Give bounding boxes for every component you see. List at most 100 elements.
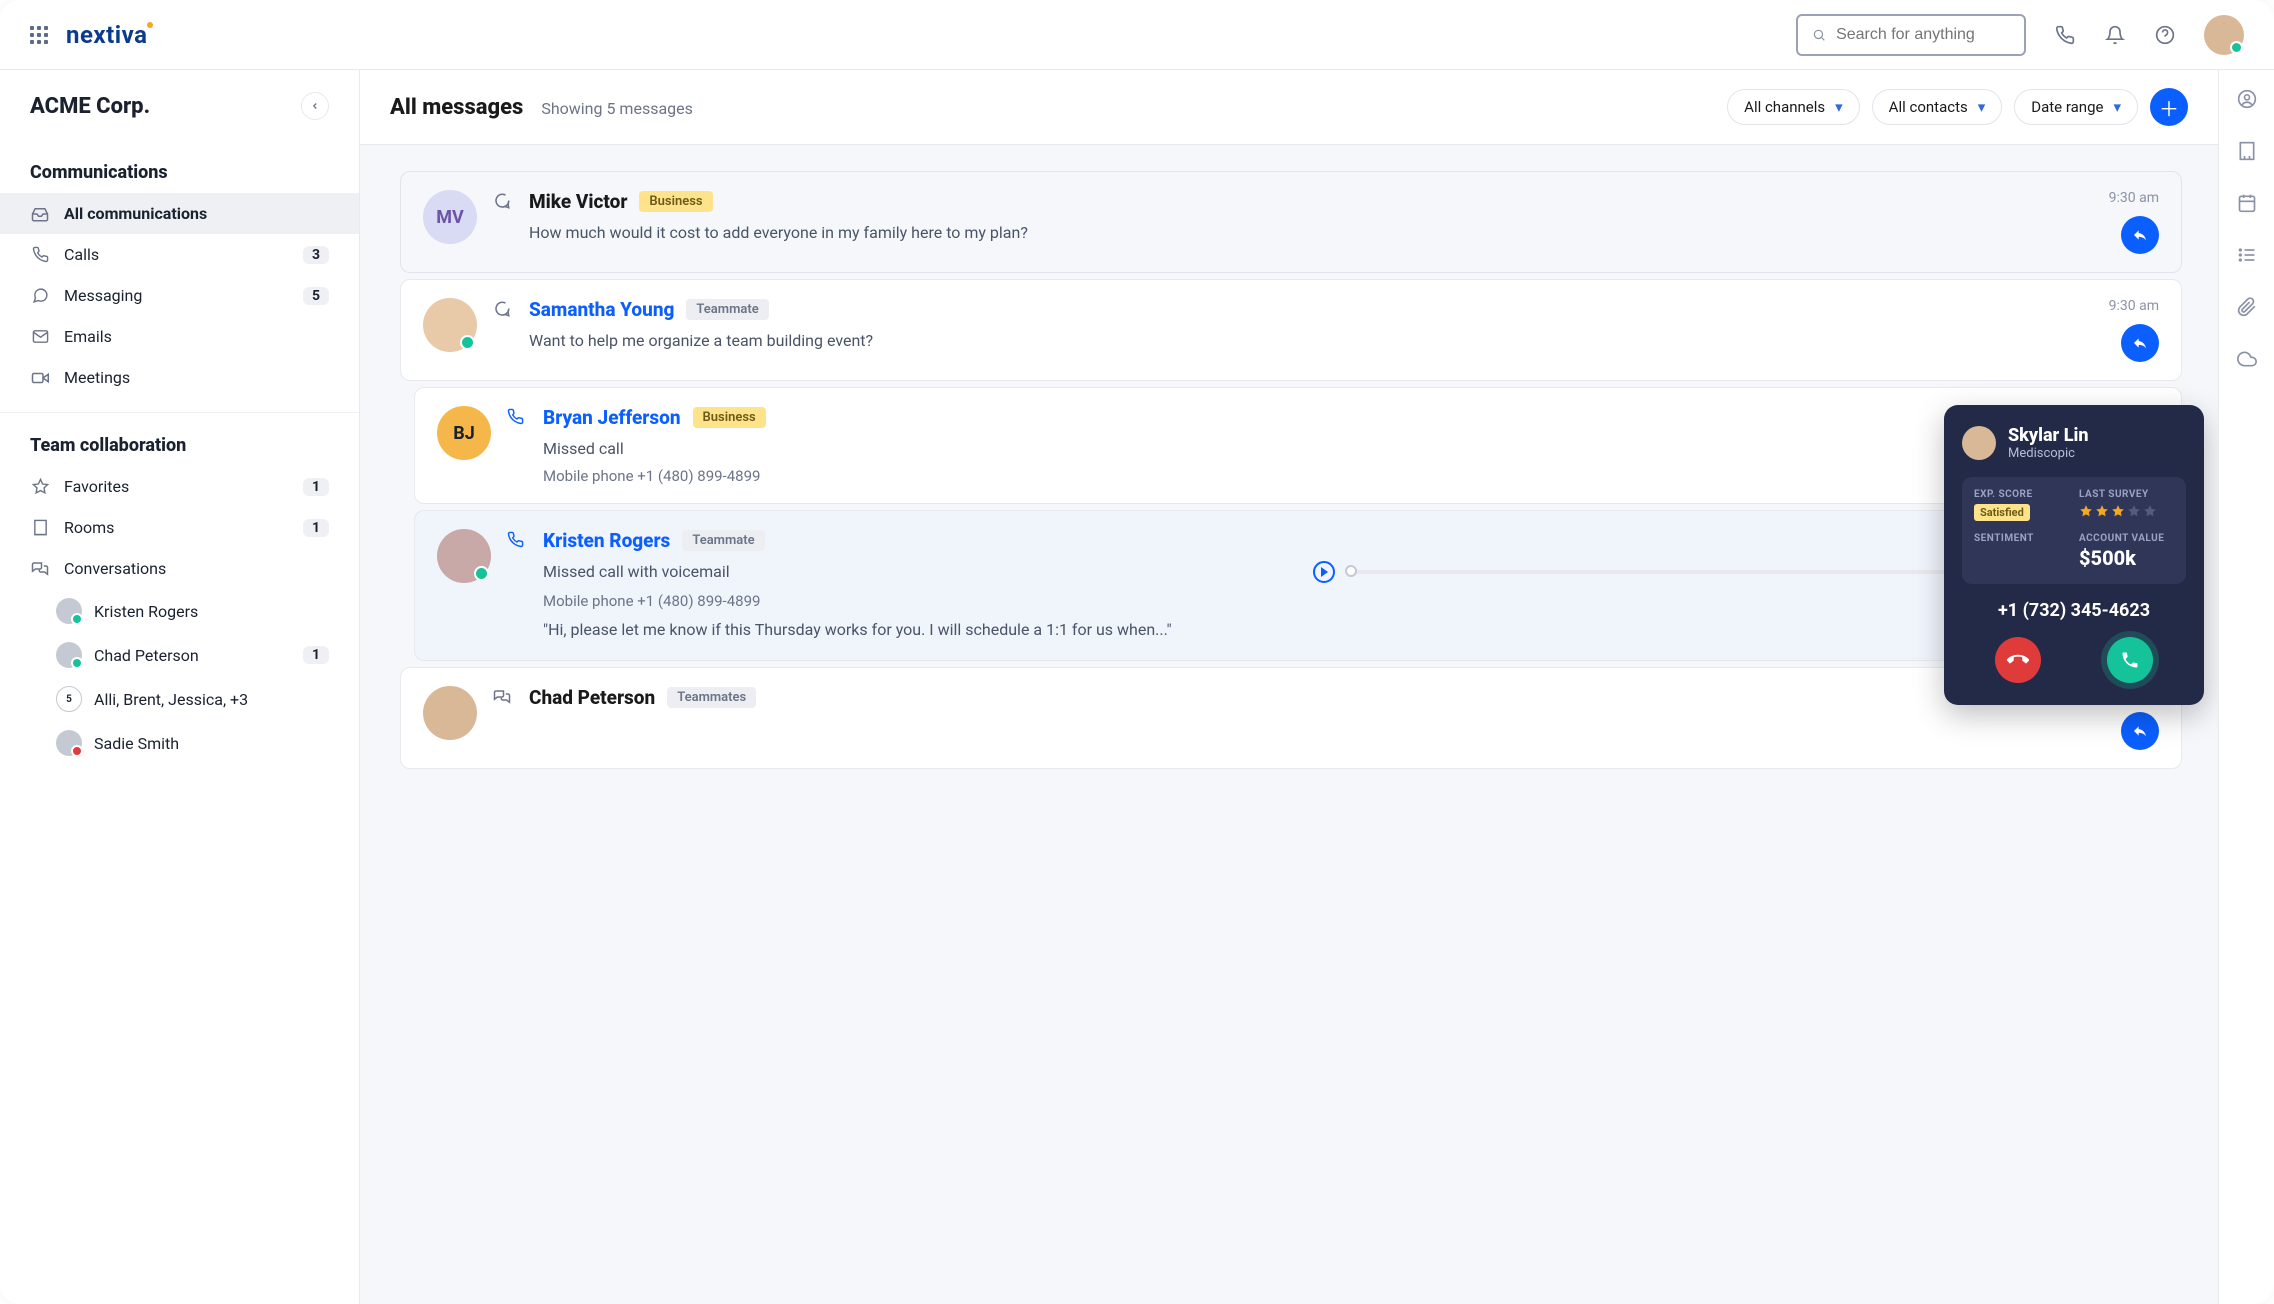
message-row[interactable]: MV Mike Victor Business How much would i…: [400, 171, 2182, 273]
conversations-icon: [30, 560, 50, 578]
message-row[interactable]: Chad Peterson Teammates 9:30 am: [400, 667, 2182, 769]
chevron-down-icon: ▾: [2113, 98, 2121, 116]
filter-contacts[interactable]: All contacts ▾: [1872, 89, 2003, 125]
star-icon: [30, 478, 50, 495]
help-icon[interactable]: [2154, 24, 2176, 46]
sidebar-item-rooms[interactable]: Rooms 1: [0, 507, 359, 548]
message-sender[interactable]: Bryan Jefferson: [543, 406, 681, 429]
conversation-sadie[interactable]: Sadie Smith: [0, 721, 359, 765]
right-rail: [2218, 70, 2274, 1304]
avatar-photo: [423, 686, 477, 740]
sidebar-item-messaging[interactable]: Messaging 5: [0, 275, 359, 316]
chevron-down-icon: ▾: [1978, 98, 1986, 116]
phone-icon: [30, 246, 50, 263]
user-avatar[interactable]: [2204, 15, 2244, 55]
sidebar-item-all-communications[interactable]: All communications: [0, 193, 359, 234]
calls-badge: 3: [303, 246, 329, 264]
org-name: ACME Corp.: [30, 94, 150, 119]
voicemail-label: Missed call with voicemail: [543, 560, 1303, 584]
profile-icon[interactable]: [2236, 88, 2258, 110]
avatar-icon: [56, 598, 82, 624]
message-row[interactable]: BJ Bryan Jefferson Business Missed call …: [414, 387, 2182, 504]
chat-icon: [30, 287, 50, 304]
video-icon: [30, 369, 50, 387]
cloud-icon[interactable]: [2236, 348, 2258, 370]
phone-icon: [507, 529, 527, 642]
filter-date-range[interactable]: Date range ▾: [2014, 89, 2138, 125]
sidebar-item-emails[interactable]: Emails: [0, 316, 359, 357]
phone-number: Mobile phone +1 (480) 899-4899: [543, 592, 2159, 610]
tag-business: Business: [639, 191, 712, 212]
tag-business: Business: [693, 407, 766, 428]
caller-phone: +1 (732) 345-4623: [1962, 600, 2186, 621]
message-sender[interactable]: Samantha Young: [529, 298, 674, 321]
phone-icon[interactable]: [2054, 24, 2076, 46]
search-icon: [1812, 27, 1826, 43]
message-body: How much would it cost to add everyone i…: [529, 221, 2063, 245]
building-icon: [30, 519, 50, 536]
sidebar: ACME Corp. Communications All communicat…: [0, 70, 360, 1304]
group-count-icon: 5: [56, 686, 82, 712]
tag-teammates: Teammates: [667, 687, 756, 708]
accept-call-button[interactable]: [2107, 637, 2153, 683]
avatar-icon: [56, 730, 82, 756]
chat-icon: [493, 190, 513, 254]
page-title: All messages: [390, 95, 523, 120]
avatar-photo: [437, 529, 491, 583]
compose-button[interactable]: ＋: [2150, 88, 2188, 126]
sidebar-item-favorites[interactable]: Favorites 1: [0, 466, 359, 507]
collapse-sidebar-button[interactable]: [301, 92, 329, 120]
reply-button[interactable]: [2121, 216, 2159, 254]
phone-number: Mobile phone +1 (480) 899-4899: [543, 467, 2159, 485]
global-search[interactable]: [1796, 14, 2026, 56]
filter-channels[interactable]: All channels ▾: [1727, 89, 1860, 125]
messaging-badge: 5: [303, 287, 329, 305]
reply-button[interactable]: [2121, 324, 2159, 362]
mail-icon: [30, 328, 50, 345]
building-icon[interactable]: [2236, 140, 2258, 162]
section-communications-title: Communications: [0, 146, 359, 193]
search-input[interactable]: [1836, 26, 2010, 44]
page-subtitle: Showing 5 messages: [541, 99, 693, 118]
phone-icon: [507, 406, 527, 485]
tag-teammate: Teammate: [682, 530, 764, 551]
avatar-icon: [56, 642, 82, 668]
brand-logo: nextiva: [66, 21, 155, 49]
caller-company: Mediscopic: [2008, 446, 2088, 461]
avatar-photo: [423, 298, 477, 352]
paperclip-icon[interactable]: [2236, 296, 2258, 318]
message-sender: Chad Peterson: [529, 686, 655, 709]
calendar-icon[interactable]: [2236, 192, 2258, 214]
incoming-call-popup: Skylar Lin Mediscopic EXP. SCORE Satisfi…: [1944, 405, 2204, 705]
conversation-chad[interactable]: Chad Peterson 1: [0, 633, 359, 677]
caller-name: Skylar Lin: [2008, 425, 2088, 446]
decline-call-button[interactable]: [1995, 637, 2041, 683]
inbox-icon: [30, 205, 50, 223]
message-body: Want to help me organize a team building…: [529, 329, 2063, 353]
reply-button[interactable]: [2121, 712, 2159, 750]
app-switcher-icon[interactable]: [30, 26, 48, 44]
missed-call-label: Missed call: [543, 437, 2159, 461]
conversation-kristen[interactable]: Kristen Rogers: [0, 589, 359, 633]
message-row[interactable]: Samantha Young Teammate Want to help me …: [400, 279, 2182, 381]
account-value: $500k: [2079, 546, 2174, 570]
voicemail-transcript: "Hi, please let me know if this Thursday…: [543, 618, 2159, 642]
message-sender[interactable]: Kristen Rogers: [543, 529, 670, 552]
list-icon[interactable]: [2236, 244, 2258, 266]
sidebar-item-conversations[interactable]: Conversations: [0, 548, 359, 589]
main-panel: All messages Showing 5 messages All chan…: [360, 70, 2218, 1304]
chevron-down-icon: ▾: [1835, 98, 1843, 116]
sidebar-item-meetings[interactable]: Meetings: [0, 357, 359, 398]
section-team-title: Team collaboration: [0, 419, 359, 466]
message-sender: Mike Victor: [529, 190, 627, 213]
conversation-group[interactable]: 5 Alli, Brent, Jessica, +3: [0, 677, 359, 721]
play-button[interactable]: [1313, 561, 1335, 583]
sidebar-item-calls[interactable]: Calls 3: [0, 234, 359, 275]
bell-icon[interactable]: [2104, 24, 2126, 46]
message-row[interactable]: Kristen Rogers Teammate Missed call with…: [414, 510, 2182, 661]
avatar-initials: BJ: [437, 406, 491, 460]
caller-avatar: [1962, 426, 1996, 460]
avatar-initials: MV: [423, 190, 477, 244]
chat-icon: [493, 298, 513, 362]
tag-teammate: Teammate: [686, 299, 768, 320]
